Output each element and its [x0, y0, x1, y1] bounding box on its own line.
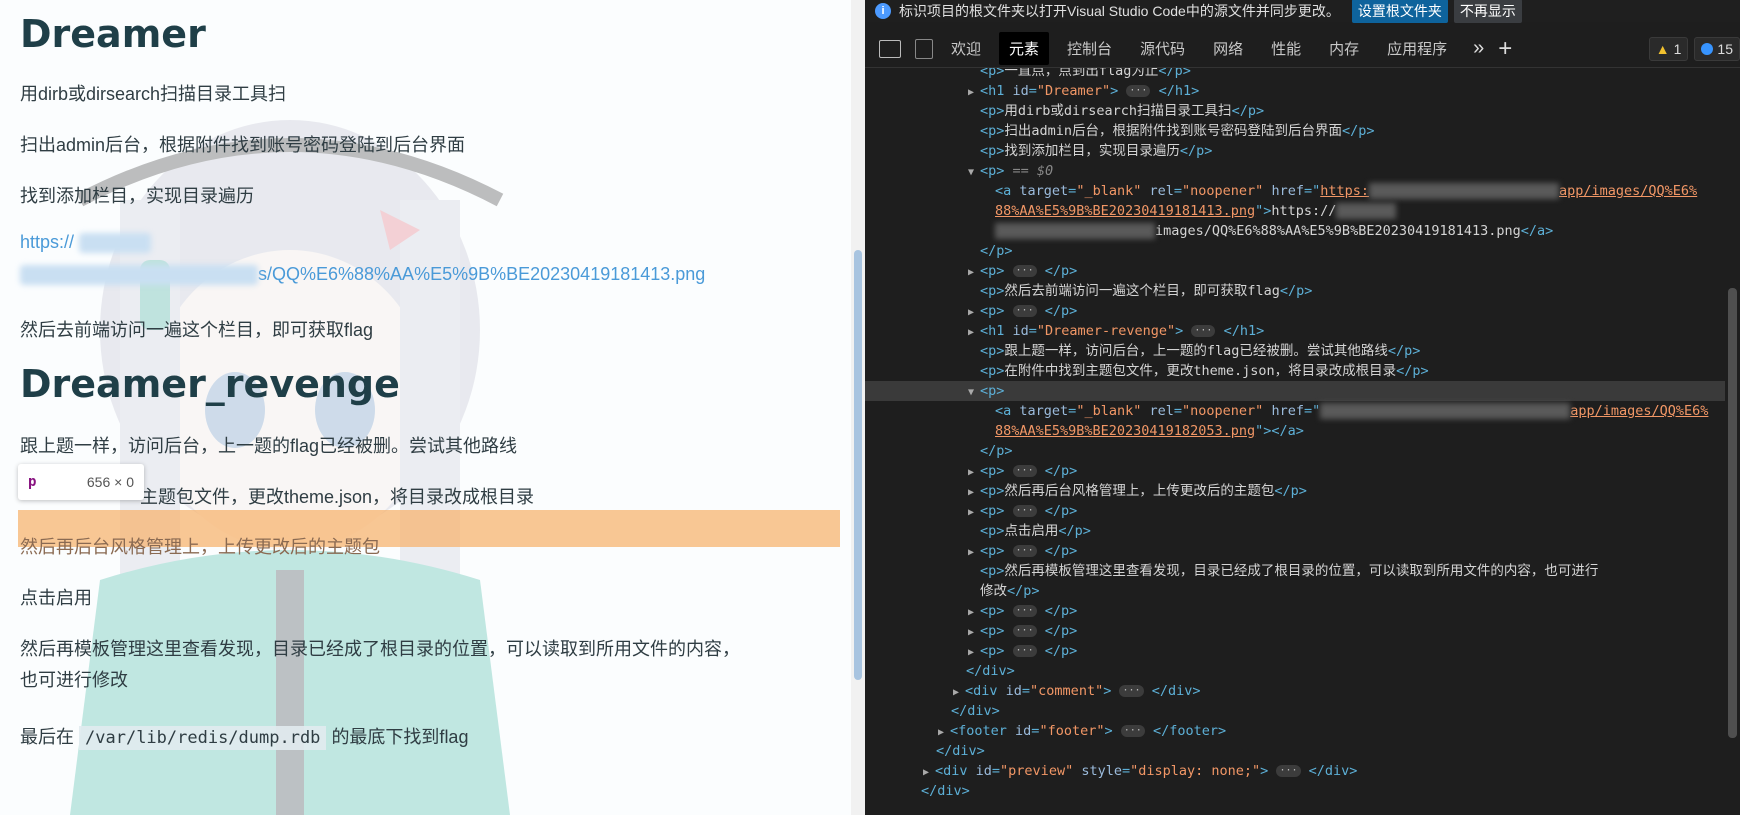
blog-page: Dreamer 用dirb或dirsearch扫描目录工具扫 扫出admin后台…	[0, 0, 865, 815]
dom-node-anchor-cont[interactable]: 88%AA%E5%9B%BE20230419182053.png"></a>	[865, 421, 1725, 441]
dom-node-close[interactable]: </p>	[865, 241, 1725, 261]
redacted-blur	[79, 233, 152, 254]
heading-dreamer-revenge: Dreamer_revenge	[20, 362, 400, 406]
image-link-continued[interactable]: s/QQ%E6%88%AA%E5%9B%BE20230419181413.png	[20, 264, 705, 286]
dom-node-expanded[interactable]: ▼ <p> == $0	[865, 161, 1725, 181]
text: 最后在	[20, 727, 74, 747]
paragraph-final: 最后在 /var/lib/redis/dump.rdb 的最底下找到flag	[20, 723, 469, 750]
dom-node-close[interactable]: </div>	[865, 701, 1725, 721]
infobar-message: 标识项目的根文件夹以打开Visual Studio Code中的源文件并同步更改…	[899, 3, 1340, 19]
dom-node[interactable]: ▶ <p> ··· </p>	[865, 621, 1725, 641]
dom-node-anchor-cont[interactable]: 88%AA%E5%9B%BE20230419181413.png">https:…	[865, 201, 1725, 221]
image-link[interactable]: https://	[20, 232, 152, 254]
dom-tree-scrollbar-thumb[interactable]	[1728, 288, 1737, 738]
text: 的最底下找到flag	[331, 727, 469, 747]
paragraph: 也可进行修改	[20, 670, 128, 690]
dom-tree-scrollbar[interactable]	[1725, 68, 1740, 815]
dom-node[interactable]: <p>在附件中找到主题包文件，更改theme.json，将目录改成根目录</p>	[865, 361, 1725, 381]
dom-node-close[interactable]: </div>	[865, 741, 1725, 761]
link-text-end[interactable]: s/QQ%E6%88%AA%E5%9B%BE20230419181413.png	[258, 264, 705, 284]
dom-node[interactable]: ▶ <footer id="footer"> ··· </footer>	[865, 721, 1725, 741]
paragraph: 然后再模板管理这里查看发现，目录已经成了根目录的位置，可以读取到所用文件的内容，	[20, 639, 740, 659]
page-scrollbar-thumb[interactable]	[854, 250, 862, 680]
inspect-tooltip: p 656 × 0	[18, 464, 144, 500]
tab-memory[interactable]: 内存	[1319, 32, 1369, 65]
dont-show-again-button[interactable]: 不再显示	[1453, 0, 1522, 23]
dom-node[interactable]: ▶ <p>然后再后台风格管理上，上传更改后的主题包</p>	[865, 481, 1725, 501]
dom-node-expanded-selected[interactable]: ▼ <p>	[865, 381, 1725, 401]
paragraph: 跟上题一样，访问后台，上一题的flag已经被删。尝试其他路线	[20, 436, 518, 456]
tab-elements[interactable]: 元素	[999, 32, 1050, 65]
dom-node[interactable]: <p>一直点，点到出flag为止</p>	[865, 68, 1725, 81]
message-icon	[1701, 42, 1714, 55]
dom-node[interactable]: ▶ <h1 id="Dreamer"> ··· </h1>	[865, 81, 1725, 101]
code-path: /var/lib/redis/dump.rdb	[79, 726, 327, 750]
tab-network[interactable]: 网络	[1203, 32, 1253, 65]
dom-node-close[interactable]: </div>	[865, 781, 1725, 801]
dom-node-wrap[interactable]: 修改</p>	[865, 581, 1725, 601]
dom-tree: <p>一直点，点到出flag为止</p> ▶ <h1 id="Dreamer"> …	[865, 68, 1725, 815]
devtools-panel: i 标识项目的根文件夹以打开Visual Studio Code中的源文件并同步…	[865, 0, 1740, 815]
dom-node[interactable]: ▶ <h1 id="Dreamer-revenge"> ··· </h1>	[865, 321, 1725, 341]
warning-count: 1	[1673, 40, 1682, 57]
tab-application[interactable]: 应用程序	[1377, 32, 1457, 65]
paragraph: 然后去前端访问一遍这个栏目，即可获取flag	[20, 320, 374, 340]
dom-node-anchor[interactable]: <a target="_blank" rel="noopener" href="…	[865, 401, 1725, 421]
device-toolbar-icon[interactable]	[915, 38, 933, 59]
devtools-tabbar: 欢迎 元素 控制台 源代码 网络 性能 内存 应用程序 » + ▲ 1 15	[865, 30, 1740, 68]
paragraph: 扫出admin后台，根据附件找到账号密码登陆到后台界面	[20, 135, 466, 155]
paragraph: 主题包文件，更改theme.json，将目录改成根目录	[140, 487, 535, 507]
tab-welcome[interactable]: 欢迎	[941, 32, 991, 65]
dom-node[interactable]: <p>跟上题一样，访问后台，上一题的flag已经被删。尝试其他路线</p>	[865, 341, 1725, 361]
paragraph: 找到添加栏目，实现目录遍历	[20, 186, 254, 206]
messages-badge[interactable]: 15	[1694, 36, 1740, 61]
tab-console[interactable]: 控制台	[1057, 32, 1122, 65]
dom-node[interactable]: ▶ <p> ··· </p>	[865, 301, 1725, 321]
dom-node[interactable]: <p>用dirb或dirsearch扫描目录工具扫</p>	[865, 101, 1725, 121]
dom-node[interactable]: <p>然后再模板管理这里查看发现，目录已经成了根目录的位置，可以读取到所用文件的…	[865, 561, 1725, 581]
warning-icon: ▲	[1655, 40, 1670, 57]
dom-node[interactable]: ▶ <p> ··· </p>	[865, 641, 1725, 661]
link-text-start[interactable]: https://	[20, 232, 74, 252]
tooltip-dimensions: 656 × 0	[86, 474, 134, 490]
dom-node-anchor-text[interactable]: images/QQ%E6%88%AA%E5%9B%BE2023041918141…	[865, 221, 1725, 241]
dom-node[interactable]: <p>找到添加栏目，实现目录遍历</p>	[865, 141, 1725, 161]
dom-node[interactable]: <p>扫出admin后台，根据附件找到账号密码登陆到后台界面</p>	[865, 121, 1725, 141]
devtools-infobar: i 标识项目的根文件夹以打开Visual Studio Code中的源文件并同步…	[865, 0, 1740, 23]
dom-node[interactable]: ▶ <p> ··· </p>	[865, 541, 1725, 561]
paragraph: 点击启用	[20, 588, 92, 608]
paragraph: 用dirb或dirsearch扫描目录工具扫	[20, 84, 287, 104]
dom-node[interactable]: ▶ <div id="preview" style="display: none;…	[865, 761, 1725, 781]
inspect-element-icon[interactable]	[879, 39, 901, 58]
heading-dreamer: Dreamer	[20, 12, 206, 56]
dom-node-close[interactable]: </div>	[865, 661, 1725, 681]
dom-node[interactable]: ▶ <p> ··· </p>	[865, 601, 1725, 621]
dom-node[interactable]: <p>然后去前端访问一遍这个栏目，即可获取flag</p>	[865, 281, 1725, 301]
tab-performance[interactable]: 性能	[1261, 32, 1311, 65]
dom-node-anchor[interactable]: <a target="_blank" rel="noopener" href="…	[865, 181, 1725, 201]
dom-node[interactable]: ▶ <div id="comment"> ··· </div>	[865, 681, 1725, 701]
set-root-folder-button[interactable]: 设置根文件夹	[1351, 0, 1448, 23]
message-count: 15	[1717, 40, 1733, 57]
dom-node[interactable]: <p>点击启用</p>	[865, 521, 1725, 541]
tooltip-tag: p	[28, 474, 37, 490]
warnings-badge[interactable]: ▲ 1	[1648, 36, 1689, 61]
redacted-blur	[20, 265, 258, 286]
add-tab-icon[interactable]: +	[1498, 35, 1512, 63]
dom-node[interactable]: ▶ <p> ··· </p>	[865, 261, 1725, 281]
dom-node-close[interactable]: </p>	[865, 441, 1725, 461]
dom-node[interactable]: ▶ <p> ··· </p>	[865, 461, 1725, 481]
info-icon: i	[875, 3, 891, 19]
paragraph-highlighted: 然后再后台风格管理上，上传更改后的主题包	[20, 537, 380, 557]
page-scrollbar[interactable]	[851, 0, 865, 815]
dom-node[interactable]: ▶ <p> ··· </p>	[865, 501, 1725, 521]
tab-sources[interactable]: 源代码	[1130, 32, 1195, 65]
more-tabs-icon[interactable]: »	[1473, 37, 1484, 60]
